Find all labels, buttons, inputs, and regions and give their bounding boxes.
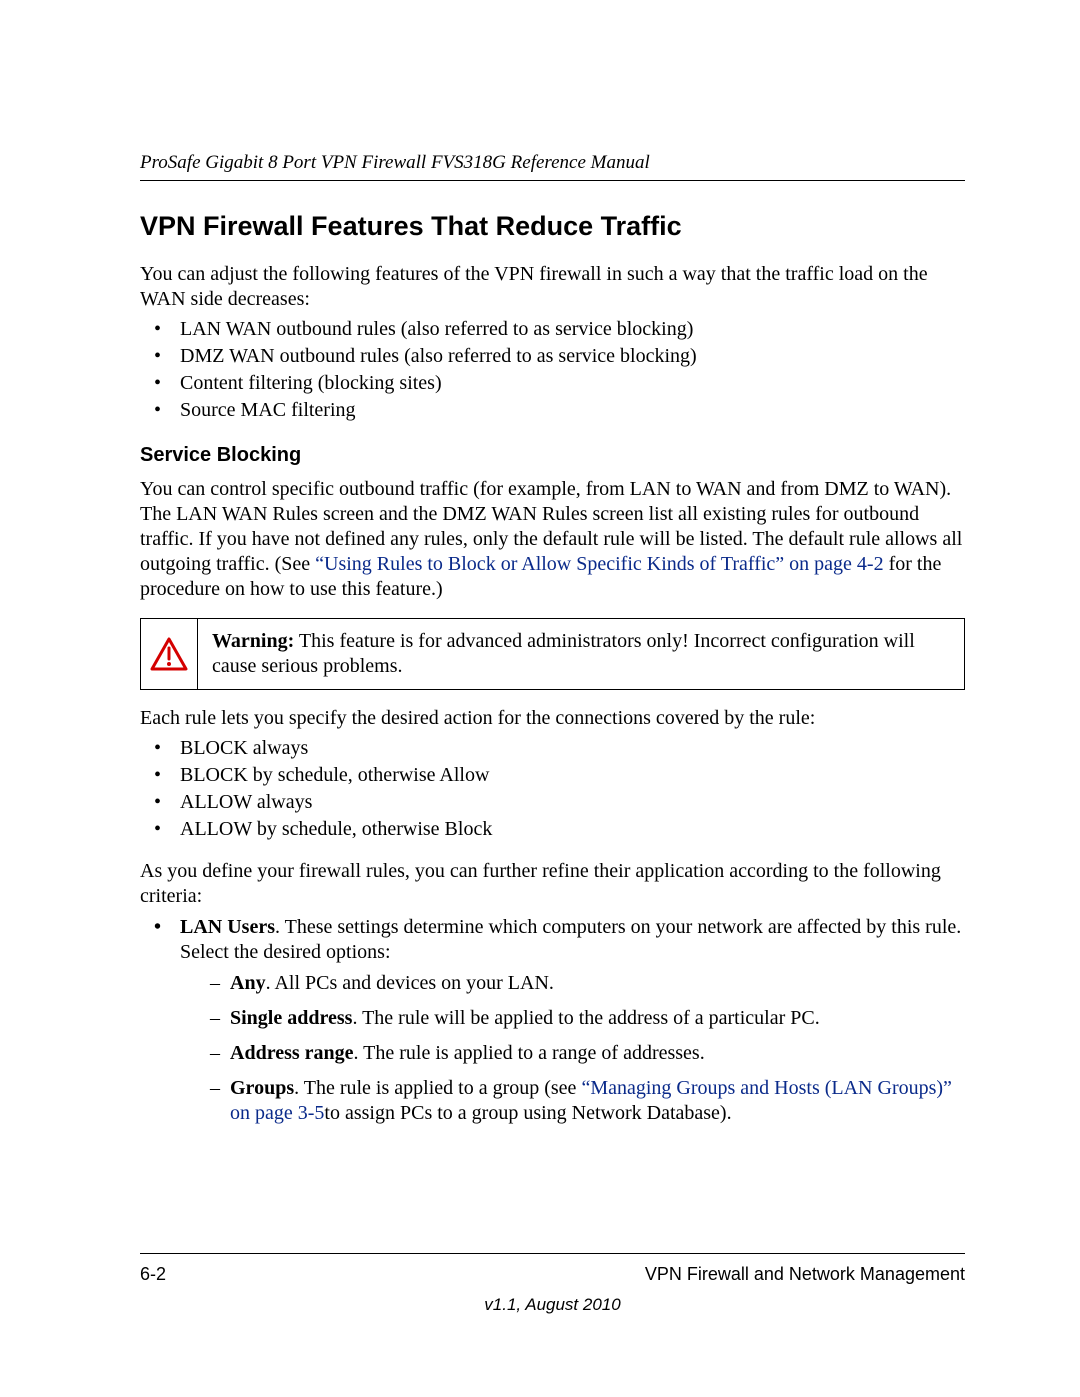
page-footer: 6-2 VPN Firewall and Network Management … <box>140 1253 965 1315</box>
header-rule <box>140 180 965 181</box>
criteria-list: LAN Users. These settings determine whic… <box>140 915 965 1126</box>
text-run: . The rule is applied to a range of addr… <box>354 1042 705 1064</box>
list-item: BLOCK always <box>166 737 965 760</box>
option-any: Any. All PCs and devices on your LAN. <box>210 971 965 996</box>
feature-bullet-list: LAN WAN outbound rules (also referred to… <box>140 318 965 422</box>
warning-icon-cell <box>141 619 197 689</box>
version-footer: v1.1, August 2010 <box>140 1295 965 1315</box>
option-label: Any <box>230 972 266 994</box>
warning-body: This feature is for advanced administrat… <box>212 630 915 677</box>
text-run: . The rule is applied to a group (see <box>294 1077 581 1099</box>
option-address-range: Address range. The rule is applied to a … <box>210 1041 965 1066</box>
list-item: DMZ WAN outbound rules (also referred to… <box>166 345 965 368</box>
chapter-title: VPN Firewall and Network Management <box>645 1264 965 1285</box>
intro-paragraph: You can adjust the following features of… <box>140 262 965 312</box>
list-item: BLOCK by schedule, otherwise Allow <box>166 764 965 787</box>
section-title: VPN Firewall Features That Reduce Traffi… <box>140 211 965 242</box>
text-run: . The rule will be applied to the addres… <box>352 1007 819 1029</box>
refine-intro-paragraph: As you define your firewall rules, you c… <box>140 859 965 909</box>
warning-text: Warning: This feature is for advanced ad… <box>198 619 964 689</box>
warning-icon <box>150 637 188 671</box>
rule-intro-paragraph: Each rule lets you specify the desired a… <box>140 706 965 731</box>
text-run: to assign PCs to a group using Network D… <box>324 1102 731 1124</box>
footer-rule <box>140 1253 965 1254</box>
rule-actions-list: BLOCK always BLOCK by schedule, otherwis… <box>140 737 965 841</box>
list-item: Content filtering (blocking sites) <box>166 372 965 395</box>
xref-link-rules[interactable]: “Using Rules to Block or Allow Specific … <box>315 553 883 575</box>
list-item: LAN WAN outbound rules (also referred to… <box>166 318 965 341</box>
page-number: 6-2 <box>140 1264 166 1285</box>
subsection-heading: Service Blocking <box>140 444 965 467</box>
option-label: Groups <box>230 1077 294 1099</box>
option-groups: Groups. The rule is applied to a group (… <box>210 1076 965 1126</box>
running-head: ProSafe Gigabit 8 Port VPN Firewall FVS3… <box>140 152 965 174</box>
list-item: ALLOW by schedule, otherwise Block <box>166 818 965 841</box>
text-run: . All PCs and devices on your LAN. <box>266 972 554 994</box>
warning-box: Warning: This feature is for advanced ad… <box>140 618 965 690</box>
criteria-label: LAN Users <box>180 916 275 938</box>
lan-users-options: Any. All PCs and devices on your LAN. Si… <box>180 971 965 1126</box>
list-item: Source MAC filtering <box>166 399 965 422</box>
option-label: Address range <box>230 1042 354 1064</box>
document-page: ProSafe Gigabit 8 Port VPN Firewall FVS3… <box>0 0 1080 1397</box>
text-run: . These settings determine which compute… <box>180 916 961 963</box>
list-item: ALLOW always <box>166 791 965 814</box>
service-blocking-paragraph: You can control specific outbound traffi… <box>140 477 965 602</box>
option-single-address: Single address. The rule will be applied… <box>210 1006 965 1031</box>
warning-label: Warning: <box>212 630 294 652</box>
option-label: Single address <box>230 1007 352 1029</box>
criteria-lan-users: LAN Users. These settings determine whic… <box>166 915 965 1126</box>
